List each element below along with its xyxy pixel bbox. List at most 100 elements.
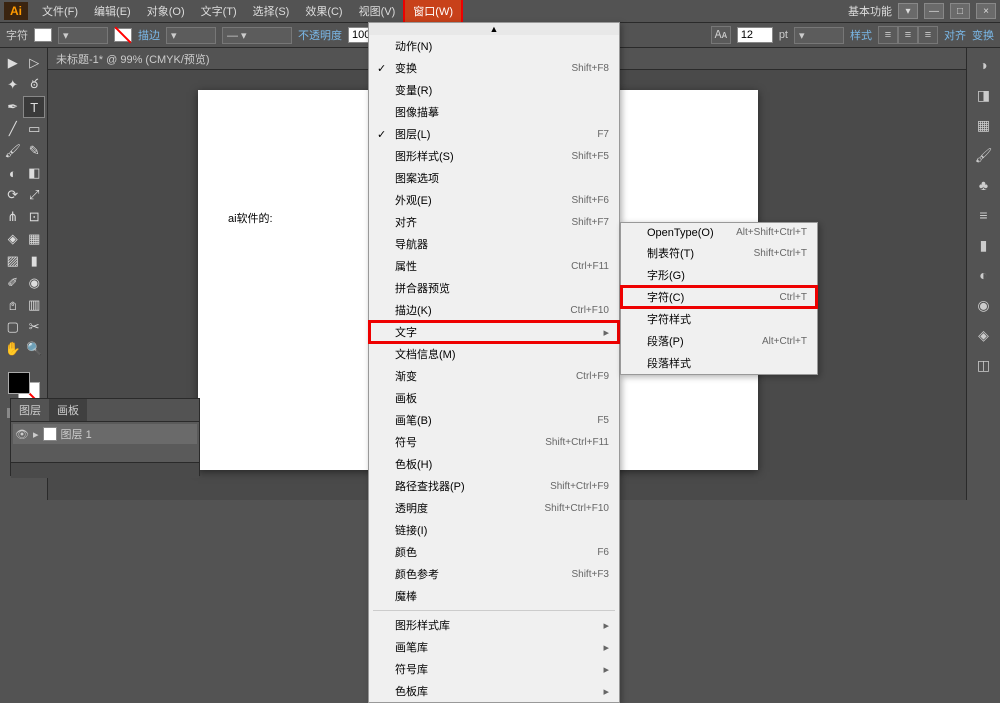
window-menu-item[interactable]: 渐变Ctrl+F9 xyxy=(369,365,619,387)
transform-link[interactable]: 变换 xyxy=(972,27,994,43)
symbols-panel-icon[interactable]: ♣ xyxy=(973,174,995,196)
text-submenu-item[interactable]: 字符(C)Ctrl+T xyxy=(621,286,817,308)
transparency-panel-icon[interactable]: ◐ xyxy=(973,264,995,286)
stroke-weight[interactable]: ▾ xyxy=(166,27,216,44)
window-menu-item[interactable]: 动作(N) xyxy=(369,35,619,57)
window-menu-item[interactable]: 画板 xyxy=(369,387,619,409)
menu-object[interactable]: 对象(O) xyxy=(139,0,193,22)
window-menu-item[interactable]: 颜色F6 xyxy=(369,541,619,563)
width-tool-icon[interactable]: ⋔ xyxy=(2,206,24,228)
workspace-label[interactable]: 基本功能 xyxy=(848,3,892,19)
eraser-tool-icon[interactable]: ◧ xyxy=(24,162,46,184)
line-tool-icon[interactable]: ╱ xyxy=(2,118,24,140)
window-menu-item[interactable]: 图形样式库▸ xyxy=(369,614,619,636)
stroke-link[interactable]: 描边 xyxy=(138,27,160,43)
font-size-dropdown[interactable]: ▾ xyxy=(794,27,844,44)
hand-tool-icon[interactable]: ✋ xyxy=(2,338,24,360)
graph-tool-icon[interactable]: ▥ xyxy=(24,294,46,316)
rotate-tool-icon[interactable]: ⟳ xyxy=(2,184,24,206)
char-panel-icon[interactable]: 🗛 xyxy=(711,26,731,44)
text-submenu-item[interactable]: 字形(G) xyxy=(621,264,817,286)
stroke-panel-icon[interactable]: ≡ xyxy=(973,204,995,226)
free-transform-tool-icon[interactable]: ⊡ xyxy=(24,206,46,228)
pen-tool-icon[interactable]: ✒ xyxy=(2,96,23,118)
align-link[interactable]: 对齐 xyxy=(944,27,966,43)
blob-brush-tool-icon[interactable]: ◐ xyxy=(2,162,24,184)
magic-wand-tool-icon[interactable]: ✦ xyxy=(2,74,24,96)
window-menu-item[interactable]: 描边(K)Ctrl+F10 xyxy=(369,299,619,321)
fg-color-swatch[interactable] xyxy=(8,372,30,394)
window-menu-item[interactable]: 图案选项 xyxy=(369,167,619,189)
selection-tool-icon[interactable]: ▶ xyxy=(2,52,24,74)
window-menu-item[interactable]: 外观(E)Shift+F6 xyxy=(369,189,619,211)
window-menu-item[interactable]: 画笔(B)F5 xyxy=(369,409,619,431)
window-menu-item[interactable]: 画笔库▸ xyxy=(369,636,619,658)
window-menu-item[interactable]: 变量(R) xyxy=(369,79,619,101)
menu-effect[interactable]: 效果(C) xyxy=(297,0,350,22)
fill-swatch[interactable] xyxy=(34,28,52,42)
minimize-button[interactable]: — xyxy=(924,3,944,19)
brush-tool-icon[interactable]: 🖌 xyxy=(2,140,24,162)
menu-select[interactable]: 选择(S) xyxy=(245,0,298,22)
window-menu-item[interactable]: 图形样式(S)Shift+F5 xyxy=(369,145,619,167)
lasso-tool-icon[interactable]: ఠ xyxy=(24,74,46,96)
window-menu-item[interactable]: 属性Ctrl+F11 xyxy=(369,255,619,277)
appearance-panel-icon[interactable]: ◉ xyxy=(973,294,995,316)
layers-panel-icon[interactable]: ◫ xyxy=(973,354,995,376)
align-center-icon[interactable]: ≡ xyxy=(898,26,918,44)
symbol-sprayer-tool-icon[interactable]: 𖤘 xyxy=(2,294,24,316)
window-menu-item[interactable]: 图层(L)F7 xyxy=(369,123,619,145)
window-menu-item[interactable]: 文档信息(M) xyxy=(369,343,619,365)
window-menu-item[interactable]: 符号库▸ xyxy=(369,658,619,680)
shape-builder-tool-icon[interactable]: ◈ xyxy=(2,228,24,250)
window-menu-item[interactable]: 变换Shift+F8 xyxy=(369,57,619,79)
opacity-link[interactable]: 不透明度 xyxy=(298,27,342,43)
layer-row[interactable]: 👁 ▸ 图层 1 xyxy=(13,424,197,444)
window-menu-item[interactable]: 魔棒 xyxy=(369,585,619,607)
window-menu-item[interactable]: 颜色参考Shift+F3 xyxy=(369,563,619,585)
menu-window[interactable]: 窗口(W) xyxy=(403,0,463,24)
text-submenu-item[interactable]: 段落(P)Alt+Ctrl+T xyxy=(621,330,817,352)
window-menu-item[interactable]: 透明度Shift+Ctrl+F10 xyxy=(369,497,619,519)
blend-tool-icon[interactable]: ◉ xyxy=(24,272,46,294)
artboard-tool-icon[interactable]: ▢ xyxy=(2,316,24,338)
text-submenu-item[interactable]: 段落样式 xyxy=(621,352,817,374)
perspective-tool-icon[interactable]: ▦ xyxy=(24,228,46,250)
window-menu-item[interactable]: 色板(H) xyxy=(369,453,619,475)
window-menu-item[interactable]: 色板库▸ xyxy=(369,680,619,702)
brushes-panel-icon[interactable]: 🖌 xyxy=(973,144,995,166)
scale-tool-icon[interactable]: ⤢ xyxy=(24,184,46,206)
eyedropper-tool-icon[interactable]: ✐ xyxy=(2,272,24,294)
layer-name[interactable]: 图层 1 xyxy=(61,426,92,442)
menu-edit[interactable]: 编辑(E) xyxy=(86,0,139,22)
window-menu-item[interactable]: 文字▸ xyxy=(369,321,619,343)
menu-text[interactable]: 文字(T) xyxy=(193,0,245,22)
gradient-tool-icon[interactable]: ▮ xyxy=(24,250,46,272)
mesh-tool-icon[interactable]: ▨ xyxy=(2,250,24,272)
swatches-panel-icon[interactable]: ▦ xyxy=(973,114,995,136)
layers-tab[interactable]: 图层 xyxy=(11,399,49,421)
expand-icon[interactable]: ▸ xyxy=(33,428,39,441)
zoom-tool-icon[interactable]: 🔍 xyxy=(24,338,46,360)
font-size-input[interactable] xyxy=(737,27,773,43)
graphic-styles-panel-icon[interactable]: ◈ xyxy=(973,324,995,346)
align-left-icon[interactable]: ≡ xyxy=(878,26,898,44)
maximize-button[interactable]: □ xyxy=(950,3,970,19)
stroke-style[interactable]: — ▾ xyxy=(222,27,292,44)
window-menu-item[interactable]: 链接(I) xyxy=(369,519,619,541)
window-menu-item[interactable]: 导航器 xyxy=(369,233,619,255)
rect-tool-icon[interactable]: ▭ xyxy=(24,118,46,140)
pencil-tool-icon[interactable]: ✎ xyxy=(24,140,46,162)
window-menu-item[interactable]: 对齐Shift+F7 xyxy=(369,211,619,233)
text-submenu-item[interactable]: OpenType(O)Alt+Shift+Ctrl+T xyxy=(621,223,817,242)
menu-view[interactable]: 视图(V) xyxy=(351,0,404,22)
stroke-swatch[interactable] xyxy=(114,28,132,42)
fill-dropdown[interactable]: ▾ xyxy=(58,27,108,44)
search-icon[interactable]: ▾ xyxy=(898,3,918,19)
type-tool-icon[interactable]: T xyxy=(23,96,45,118)
text-submenu-item[interactable]: 制表符(T)Shift+Ctrl+T xyxy=(621,242,817,264)
artboards-tab[interactable]: 画板 xyxy=(49,399,87,421)
window-menu-item[interactable]: 图像描摹 xyxy=(369,101,619,123)
text-submenu-item[interactable]: 字符样式 xyxy=(621,308,817,330)
window-menu-item[interactable]: 路径查找器(P)Shift+Ctrl+F9 xyxy=(369,475,619,497)
